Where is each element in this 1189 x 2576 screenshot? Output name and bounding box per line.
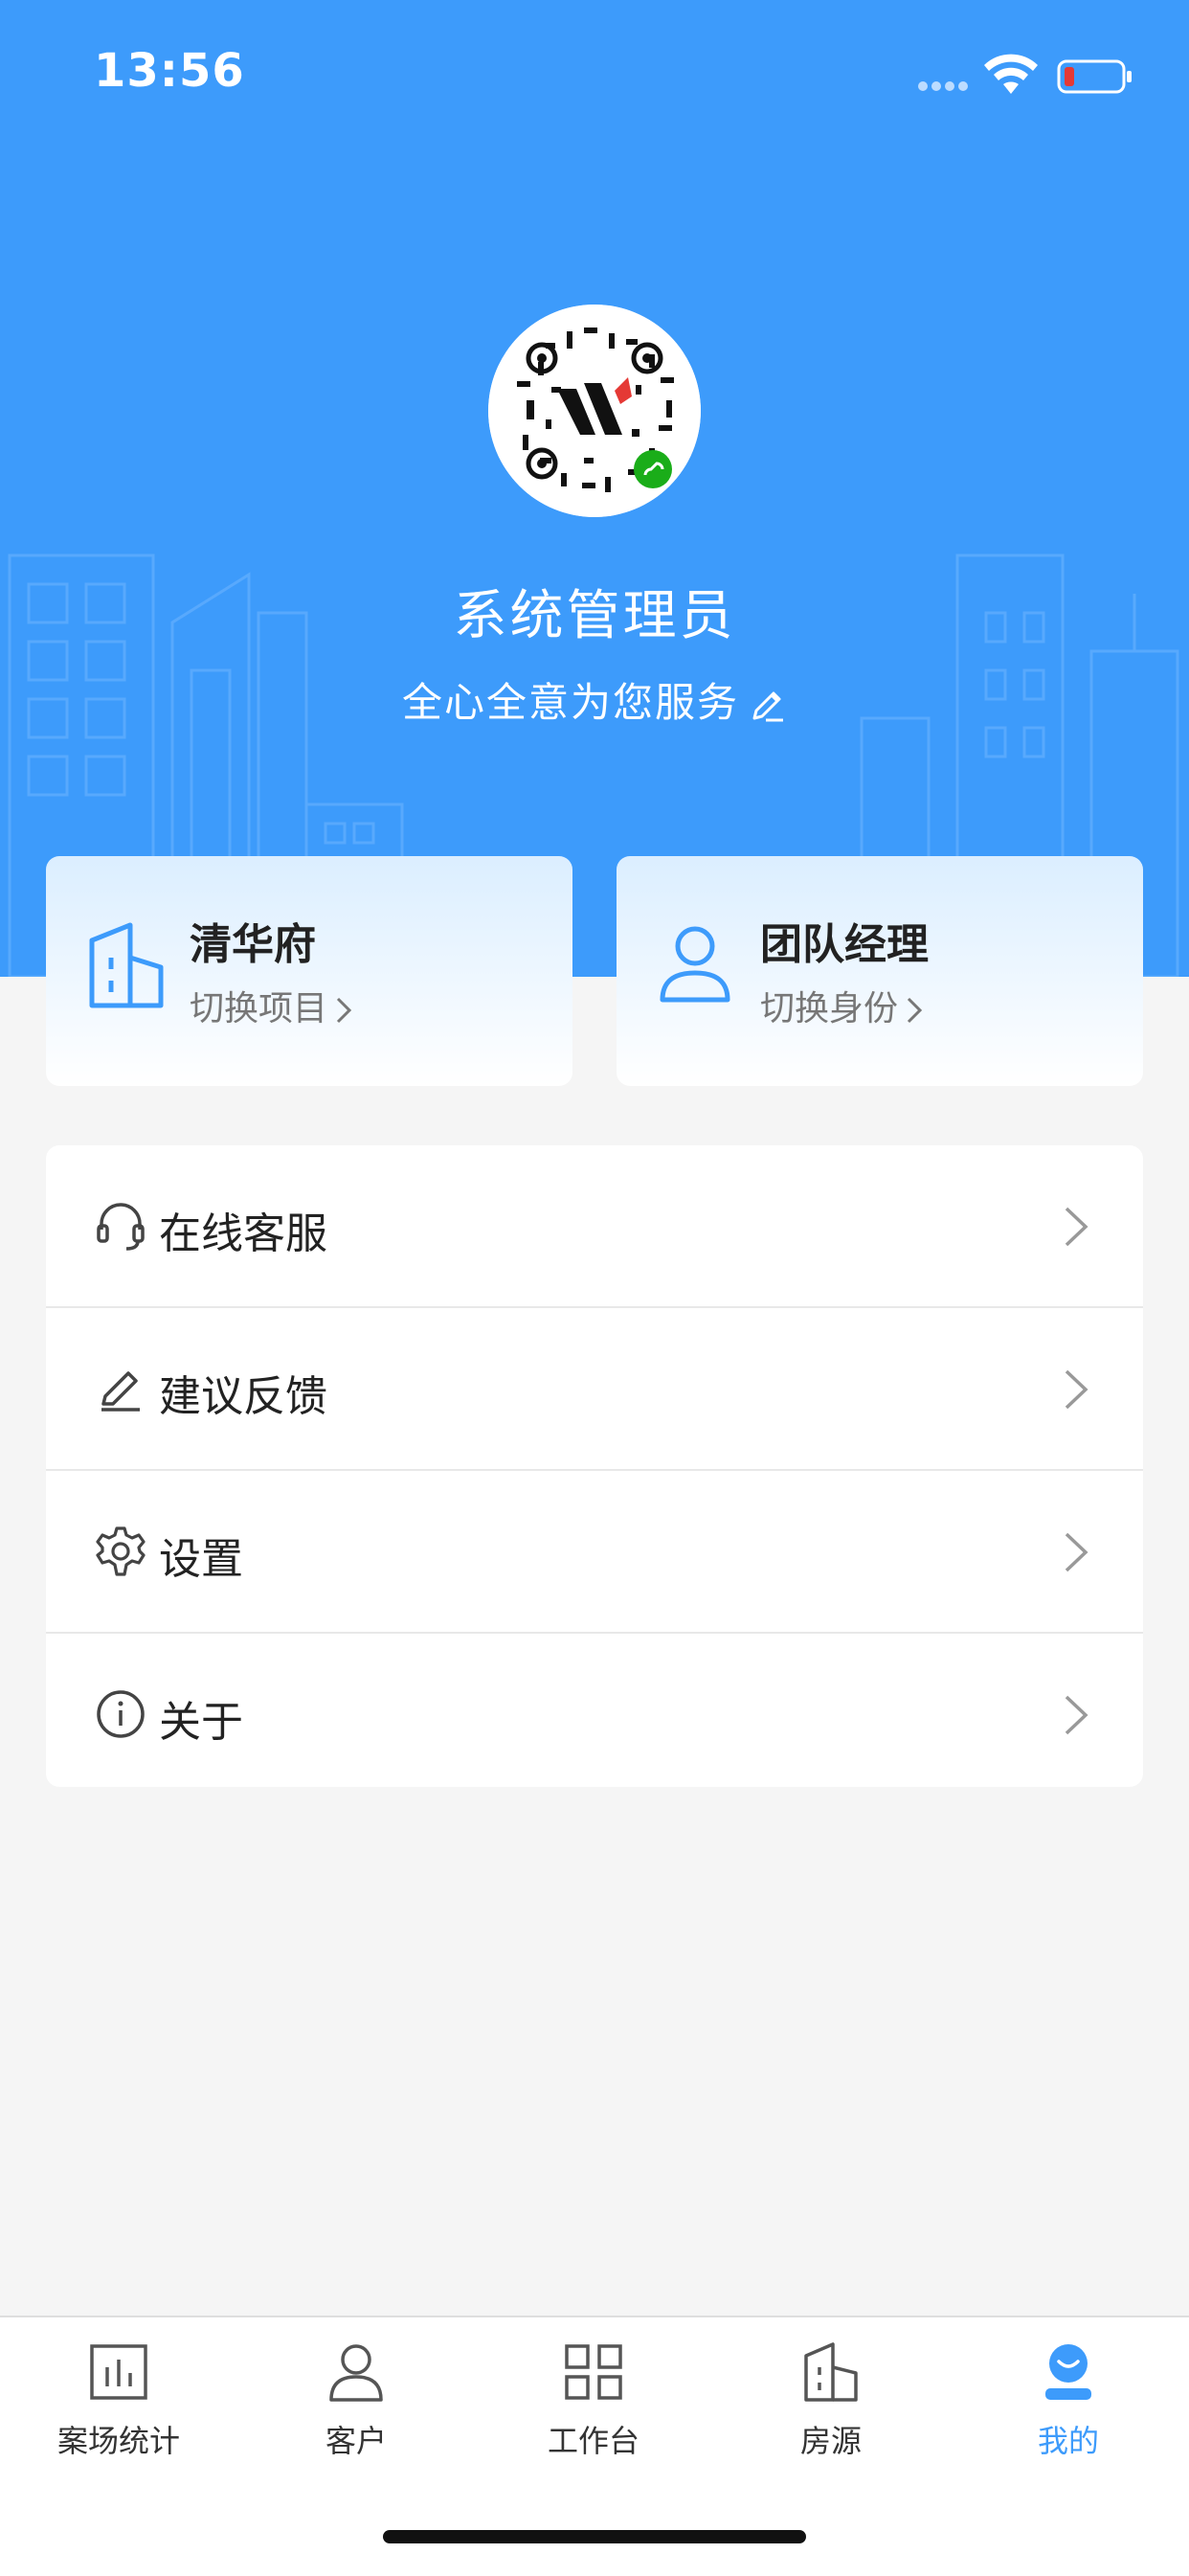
user-name: 系统管理员 [453, 585, 736, 647]
menu-item-label: 关于 [159, 1698, 243, 1747]
tab-label: 工作台 [547, 2423, 639, 2459]
edit-pencil-icon[interactable] [747, 686, 787, 726]
menu-item-online-service[interactable]: 在线客服 [46, 1145, 1143, 1308]
status-bar: 13:56 [0, 0, 1189, 134]
building-icon [89, 922, 164, 1008]
chevron-right-icon [1065, 1695, 1088, 1735]
grid-icon [565, 2344, 622, 2400]
user-motto-text: 全心全意为您服务 [401, 679, 739, 726]
status-time: 13:56 [94, 44, 245, 98]
chevron-right-icon [1065, 1369, 1088, 1410]
bar-chart-icon [90, 2344, 147, 2400]
menu-item-settings[interactable]: 设置 [46, 1471, 1143, 1634]
menu-item-label: 在线客服 [159, 1209, 327, 1258]
tab-properties[interactable]: 房源 [712, 2340, 950, 2484]
pencil-icon [101, 1371, 140, 1412]
person-icon [329, 2344, 383, 2402]
switch-identity-link[interactable]: 切换身份 [760, 981, 923, 1030]
battery-icon [1057, 59, 1132, 94]
user-avatar[interactable] [488, 305, 701, 517]
person-icon [660, 926, 730, 1003]
gear-icon [96, 1526, 146, 1576]
building-icon [804, 2342, 858, 2402]
headset-icon [97, 1203, 145, 1251]
chevron-right-icon [336, 997, 352, 1024]
chevron-right-icon [1065, 1207, 1088, 1247]
tab-label: 房源 [799, 2423, 862, 2459]
switch-project-label: 切换项目 [190, 989, 328, 1028]
user-motto[interactable]: 全心全意为您服务 [0, 670, 1189, 729]
project-name: 清华府 [190, 920, 316, 969]
menu-item-label: 设置 [159, 1535, 243, 1584]
tab-workbench[interactable]: 工作台 [475, 2340, 712, 2484]
profile-face-icon [1045, 2344, 1091, 2400]
tab-statistics[interactable]: 案场统计 [0, 2340, 237, 2484]
status-icons [918, 54, 1132, 94]
chevron-right-icon [1065, 1532, 1088, 1572]
project-card[interactable]: 清华府 切换项目 [46, 856, 572, 1086]
chevron-right-icon [907, 997, 923, 1024]
menu-item-label: 建议反馈 [159, 1372, 327, 1421]
menu-item-about[interactable]: 关于 [46, 1634, 1143, 1787]
identity-card[interactable]: 团队经理 切换身份 [617, 856, 1143, 1086]
wifi-icon [984, 54, 1038, 94]
tab-mine[interactable]: 我的 [950, 2340, 1187, 2484]
tab-label: 客户 [325, 2423, 387, 2459]
info-icon [97, 1690, 145, 1738]
menu-item-feedback[interactable]: 建议反馈 [46, 1308, 1143, 1471]
switch-identity-label: 切换身份 [760, 989, 899, 1028]
settings-menu: 在线客服 建议反馈 设置 关于 [46, 1145, 1143, 1787]
role-name: 团队经理 [760, 920, 929, 969]
tab-customers[interactable]: 客户 [237, 2340, 475, 2484]
home-indicator[interactable] [383, 2530, 806, 2543]
tab-label: 案场统计 [56, 2423, 180, 2459]
avatar-miniprogram-code-image [488, 305, 701, 517]
switch-project-link[interactable]: 切换项目 [190, 981, 352, 1030]
tab-label: 我的 [1037, 2423, 1099, 2459]
signal-icon [918, 81, 968, 91]
